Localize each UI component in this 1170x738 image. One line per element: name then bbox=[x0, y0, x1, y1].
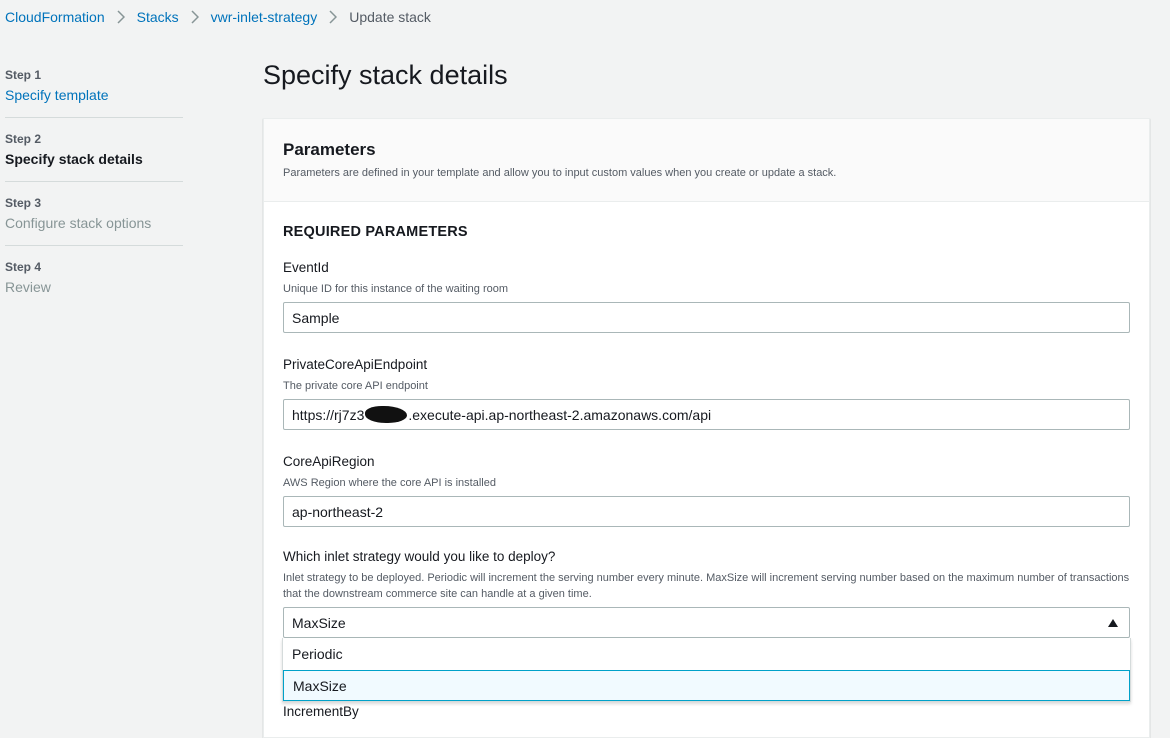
inlet-strategy-select[interactable]: MaxSize bbox=[283, 607, 1130, 638]
section-title: REQUIRED PARAMETERS bbox=[283, 224, 468, 240]
input-value-prefix: https://rj7z3 bbox=[292, 406, 365, 423]
panel-title: Parameters bbox=[283, 140, 376, 159]
breadcrumb: CloudFormation Stacks vwr-inlet-strategy… bbox=[5, 9, 431, 25]
wizard-step-4: Step 4 Review bbox=[5, 260, 185, 295]
panel-header: Parameters Parameters are defined in you… bbox=[264, 119, 1149, 202]
option-periodic[interactable]: Periodic bbox=[283, 638, 1130, 670]
step-divider bbox=[5, 181, 183, 182]
option-label: MaxSize bbox=[293, 677, 347, 694]
core-api-region-input[interactable]: ap-northeast-2 bbox=[283, 496, 1130, 527]
breadcrumb-current: Update stack bbox=[349, 9, 431, 25]
breadcrumb-stack-name[interactable]: vwr-inlet-strategy bbox=[211, 9, 318, 25]
step-number: Step 3 bbox=[5, 196, 42, 210]
wizard-step-3: Step 3 Configure stack options bbox=[5, 196, 185, 231]
field-core-api-region: CoreApiRegion AWS Region where the core … bbox=[283, 454, 1130, 527]
step-title-review: Review bbox=[5, 279, 51, 295]
step-number: Step 1 bbox=[5, 68, 42, 82]
parameters-panel: Parameters Parameters are defined in you… bbox=[263, 118, 1150, 738]
event-id-input[interactable]: Sample bbox=[283, 302, 1130, 333]
inlet-strategy-dropdown: Periodic MaxSize bbox=[282, 638, 1131, 702]
step-title-configure-stack-options: Configure stack options bbox=[5, 215, 152, 231]
field-description: AWS Region where the core API is install… bbox=[283, 477, 496, 489]
input-value-suffix: .execute-api.ap-northeast-2.amazonaws.co… bbox=[408, 406, 712, 423]
field-private-core-api-endpoint: PrivateCoreApiEndpoint The private core … bbox=[283, 357, 1130, 430]
step-number: Step 2 bbox=[5, 132, 42, 146]
page-title: Specify stack details bbox=[263, 60, 508, 90]
wizard-steps: Step 1 Specify template Step 2 Specify s… bbox=[5, 68, 185, 295]
field-event-id: EventId Unique ID for this instance of t… bbox=[283, 260, 1130, 333]
chevron-right-icon bbox=[329, 10, 338, 24]
field-label: EventId bbox=[283, 260, 329, 275]
field-description: Inlet strategy to be deployed. Periodic … bbox=[283, 572, 1130, 600]
field-description: Unique ID for this instance of the waiti… bbox=[283, 283, 509, 295]
breadcrumb-cloudformation[interactable]: CloudFormation bbox=[5, 9, 105, 25]
wizard-step-1: Step 1 Specify template bbox=[5, 68, 185, 103]
caret-up-icon bbox=[1108, 618, 1118, 627]
step-number: Step 4 bbox=[5, 260, 42, 274]
panel-body: REQUIRED PARAMETERS EventId Unique ID fo… bbox=[264, 202, 1149, 702]
step-title-specify-template[interactable]: Specify template bbox=[5, 87, 185, 103]
step-divider bbox=[5, 245, 183, 246]
field-description: The private core API endpoint bbox=[283, 380, 428, 392]
chevron-right-icon bbox=[191, 10, 199, 24]
field-label-increment-by: IncrementBy bbox=[283, 704, 359, 719]
option-label: Periodic bbox=[292, 646, 343, 662]
input-value: Sample bbox=[292, 309, 340, 326]
field-label: Which inlet strategy would you like to d… bbox=[283, 549, 556, 564]
redaction-mark bbox=[365, 406, 408, 423]
select-value: MaxSize bbox=[292, 614, 346, 631]
private-core-api-endpoint-input[interactable]: https://rj7z3 .execute-api.ap-northeast-… bbox=[283, 399, 1130, 430]
step-divider bbox=[5, 117, 183, 118]
wizard-step-2: Step 2 Specify stack details bbox=[5, 132, 185, 167]
chevron-right-icon bbox=[117, 10, 125, 24]
option-maxsize[interactable]: MaxSize bbox=[283, 670, 1130, 701]
field-label: CoreApiRegion bbox=[283, 454, 375, 469]
field-inlet-strategy: Which inlet strategy would you like to d… bbox=[282, 549, 1131, 702]
field-label: PrivateCoreApiEndpoint bbox=[283, 357, 428, 372]
breadcrumb-stacks[interactable]: Stacks bbox=[137, 9, 179, 25]
input-value: ap-northeast-2 bbox=[292, 503, 384, 520]
panel-description: Parameters are defined in your template … bbox=[283, 167, 837, 179]
step-title-specify-stack-details: Specify stack details bbox=[5, 151, 143, 167]
